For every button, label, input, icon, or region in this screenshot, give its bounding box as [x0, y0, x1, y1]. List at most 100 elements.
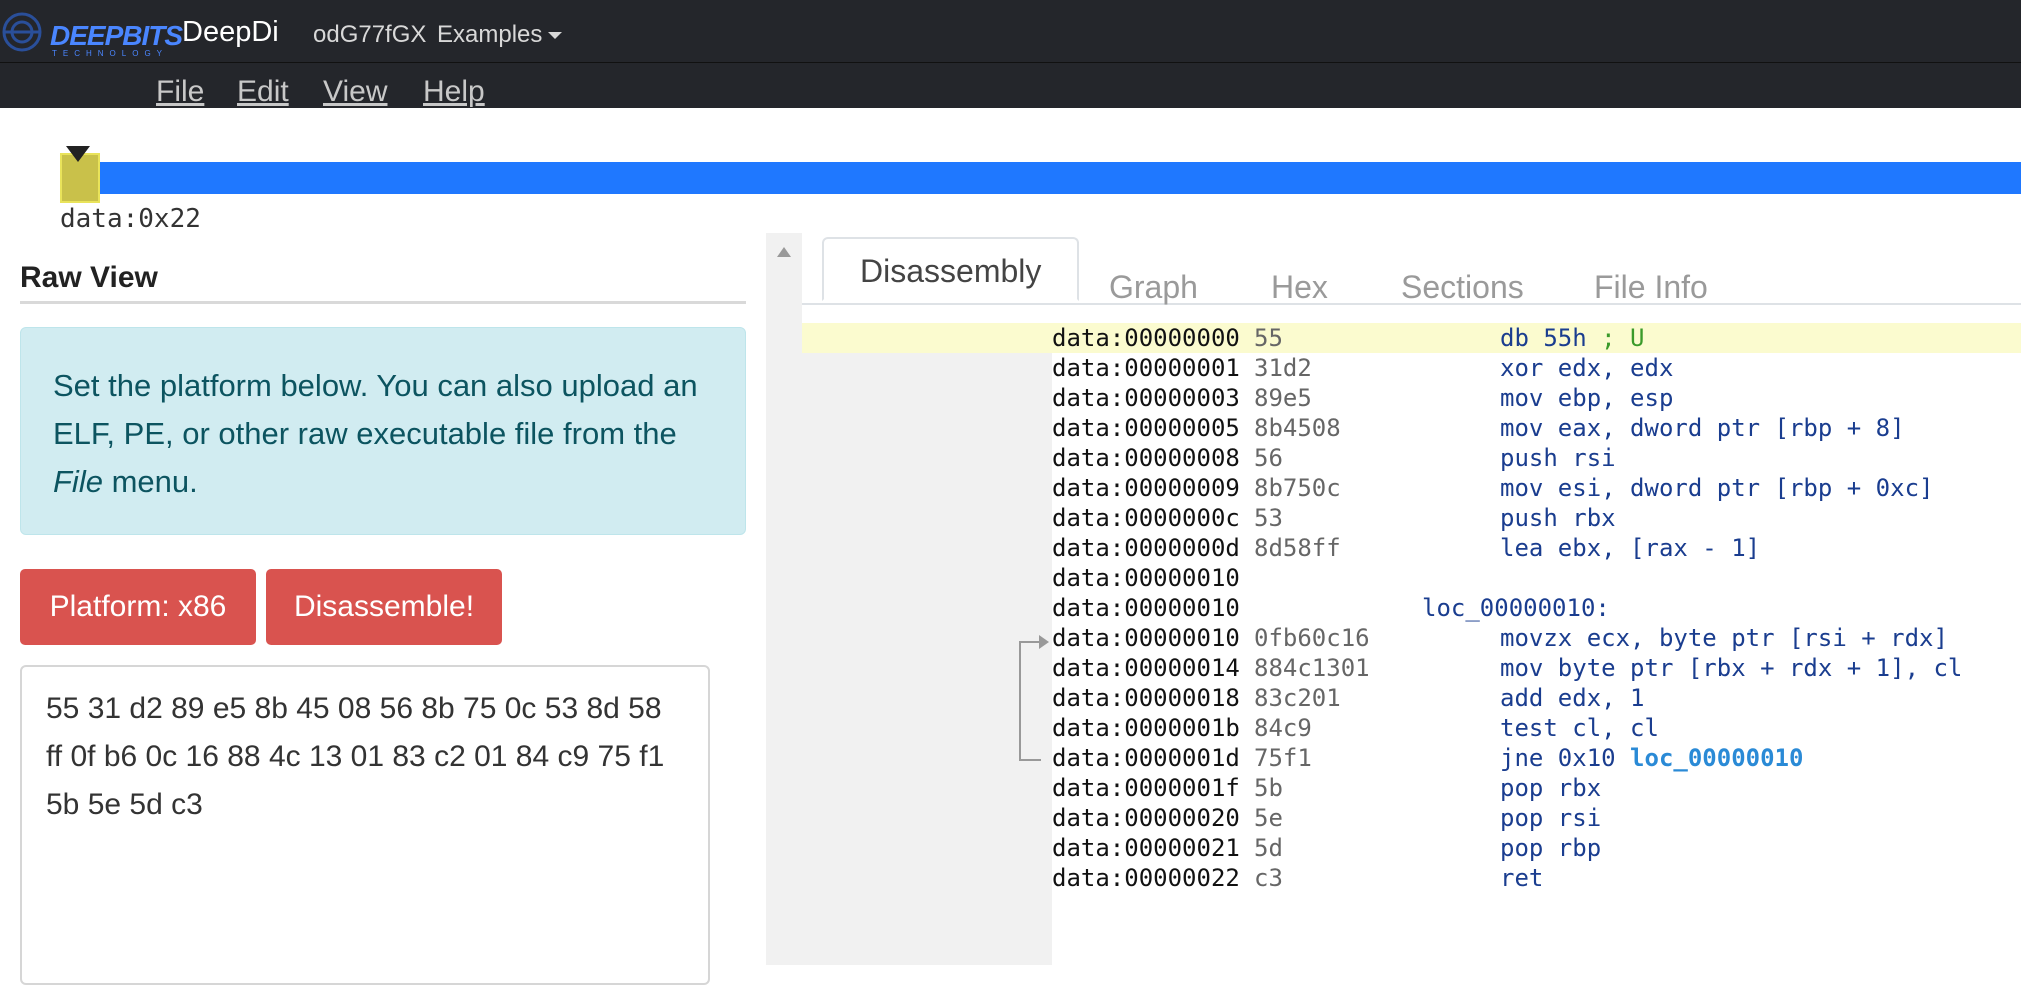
disassembly-gutter	[802, 323, 1052, 965]
navigator-pointer-icon	[66, 146, 90, 162]
highlighted-row	[802, 323, 2021, 353]
line-instruction: ret	[1500, 864, 1544, 892]
line-instruction: lea ebx, [rax - 1]	[1500, 534, 1761, 562]
tab-bar: Disassembly Graph Hex Sections File Info	[802, 233, 2021, 305]
top-bar: DEEPBITS TECHNOLOGY DeepDi odG77fGX Exam…	[0, 0, 2021, 62]
info-text-file-link: File	[53, 464, 103, 499]
tab-disassembly[interactable]: Disassembly	[822, 237, 1080, 301]
tab-graph[interactable]: Graph	[1109, 269, 1198, 306]
line-bytes: 0fb60c16	[1254, 624, 1370, 652]
menu-edit[interactable]: Edit	[237, 75, 289, 109]
jump-arrow-line	[1019, 641, 1021, 761]
line-instruction: pop rsi	[1500, 804, 1602, 832]
line-address: data:00000021	[1052, 834, 1240, 862]
menu-bar: File Edit View Help	[0, 62, 2021, 109]
instruction-comment: ; U	[1601, 324, 1645, 352]
line-address: data:0000000d	[1052, 534, 1240, 562]
info-text-end: menu.	[102, 464, 198, 499]
logo-subtext: TECHNOLOGY	[52, 49, 169, 58]
jump-arrow-head-icon	[1039, 635, 1049, 649]
line-address: data:00000005	[1052, 414, 1240, 442]
info-text-start: Set the platform below. You can also upl…	[53, 368, 698, 451]
line-address: data:0000001d	[1052, 744, 1240, 772]
line-instruction: db 55h ; U	[1500, 323, 1645, 353]
logo-text: DEEPBITS	[50, 20, 183, 51]
disassemble-button[interactable]: Disassemble!	[266, 569, 502, 645]
scroll-up-icon[interactable]	[777, 247, 791, 257]
line-instruction: mov byte ptr [rbx + rdx + 1], cl	[1500, 654, 1963, 682]
line-bytes: 56	[1254, 444, 1283, 472]
chevron-down-icon	[548, 32, 563, 40]
line-bytes: 8b750c	[1254, 474, 1341, 502]
platform-button[interactable]: Platform: x86	[20, 569, 256, 645]
line-bytes: 89e5	[1254, 384, 1312, 412]
line-instruction: pop rbx	[1500, 774, 1602, 802]
document-id: odG77fGX	[313, 21, 427, 48]
main-panel: Disassembly Graph Hex Sections File Info…	[802, 233, 2021, 965]
line-address: data:00000003	[1052, 384, 1240, 412]
line-instruction: add edx, 1	[1500, 684, 1645, 712]
line-address: data:00000014	[1052, 654, 1240, 682]
tab-hex[interactable]: Hex	[1271, 269, 1328, 306]
line-address: data:00000020	[1052, 804, 1240, 832]
line-bytes: 53	[1254, 504, 1283, 532]
examples-dropdown[interactable]: Examples	[437, 21, 563, 49]
line-address: data:0000001f	[1052, 774, 1240, 802]
line-instruction: push rbx	[1500, 504, 1616, 532]
navigator-label: data:0x22	[60, 204, 201, 234]
tab-file-info[interactable]: File Info	[1594, 269, 1708, 306]
line-instruction: xor edx, edx	[1500, 354, 1674, 382]
line-address: data:00000009	[1052, 474, 1240, 502]
instruction-text: db 55h	[1500, 324, 1587, 352]
examples-label: Examples	[437, 21, 543, 48]
jump-target-link[interactable]: loc_00000010	[1630, 744, 1803, 772]
info-alert: Set the platform below. You can also upl…	[20, 327, 746, 535]
panel-splitter[interactable]	[766, 233, 802, 965]
code-label: loc_00000010:	[1422, 594, 1610, 622]
line-bytes: 84c9	[1254, 714, 1312, 742]
line-bytes: 5d	[1254, 834, 1283, 862]
line-bytes: 55	[1254, 324, 1283, 352]
menu-file[interactable]: File	[156, 75, 204, 109]
line-bytes: 8d58ff	[1254, 534, 1341, 562]
line-instruction: mov esi, dword ptr [rbp + 0xc]	[1500, 474, 1934, 502]
line-address: data:00000010	[1052, 624, 1240, 652]
line-instruction: movzx ecx, byte ptr [rsi + rdx]	[1500, 624, 1948, 652]
line-bytes: 8b4508	[1254, 414, 1341, 442]
line-instruction: mov ebp, esp	[1500, 384, 1674, 412]
menu-view[interactable]: View	[323, 75, 387, 109]
line-address: data:00000010	[1052, 594, 1240, 622]
line-instruction: push rsi	[1500, 444, 1616, 472]
tab-sections[interactable]: Sections	[1401, 269, 1524, 306]
raw-view-panel: Raw View Set the platform below. You can…	[0, 233, 766, 985]
raw-view-title: Raw View	[20, 261, 158, 294]
disassembly-view: data:00000000 55 db 55h ; U data:00000001 3…	[802, 323, 2021, 965]
address-navigator: data:0x22	[0, 108, 2021, 235]
line-address: data:00000022	[1052, 864, 1240, 892]
line-bytes: 75f1	[1254, 744, 1312, 772]
line-bytes: 5e	[1254, 804, 1283, 832]
line-bytes: 5b	[1254, 774, 1283, 802]
line-address: data:00000018	[1052, 684, 1240, 712]
line-bytes: c3	[1254, 864, 1283, 892]
navigator-bar[interactable]	[60, 162, 2021, 194]
line-instruction: pop rbp	[1500, 834, 1602, 862]
line-address: data:00000000	[1052, 324, 1240, 352]
logo[interactable]: DEEPBITS TECHNOLOGY	[0, 6, 183, 58]
line-address: data:00000010	[1052, 564, 1240, 592]
divider	[20, 301, 746, 304]
line-instruction: test cl, cl	[1500, 714, 1659, 742]
brand-name[interactable]: DeepDi	[182, 16, 279, 49]
line-address: data:00000001	[1052, 354, 1240, 382]
logo-icon	[2, 12, 42, 52]
line-address: data:00000008	[1052, 444, 1240, 472]
line-instruction: mov eax, dword ptr [rbp + 8]	[1500, 414, 1905, 442]
hex-input[interactable]: 55 31 d2 89 e5 8b 45 08 56 8b 75 0c 53 8…	[20, 665, 710, 985]
line-bytes: 31d2	[1254, 354, 1312, 382]
line-bytes: 884c1301	[1254, 654, 1370, 682]
line-address: data:0000001b	[1052, 714, 1240, 742]
jump-arrow-bottom	[1019, 759, 1041, 761]
line-bytes: 83c201	[1254, 684, 1341, 712]
line-instruction: jne 0x10 loc_00000010	[1500, 743, 1803, 773]
menu-help[interactable]: Help	[423, 75, 485, 109]
